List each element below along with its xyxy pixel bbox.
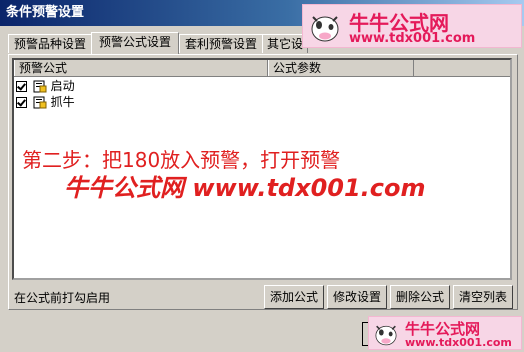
tab-label: 预警品种设置	[13, 37, 86, 51]
add-formula-button[interactable]: 添加公式	[264, 285, 324, 309]
watermark-logo-bottom: 牛牛公式网 www.tdx001.com	[368, 316, 522, 350]
formula-icon	[33, 96, 47, 109]
checkbox-checked[interactable]	[16, 81, 27, 92]
tab-symbol-settings[interactable]: 预警品种设置	[8, 34, 92, 53]
tab-label: 套利预警设置	[184, 37, 257, 51]
formula-name: 抓牛	[50, 95, 75, 109]
formula-icon	[33, 80, 47, 93]
logo-url: www.tdx001.com	[405, 336, 512, 349]
delete-formula-button[interactable]: 删除公式	[390, 285, 450, 309]
column-header-params[interactable]: 公式参数	[268, 60, 414, 76]
cow-icon	[375, 325, 397, 346]
watermark-logo-top: 牛牛公式网 www.tdx001.com	[302, 4, 522, 48]
tab-arbitrage-settings[interactable]: 套利预警设置	[179, 34, 263, 53]
watermark-text: 牛牛公式网 www.tdx001.com	[64, 174, 426, 202]
column-label: 预警公式	[19, 61, 68, 75]
logo-url: www.tdx001.com	[349, 31, 476, 46]
modify-settings-button[interactable]: 修改设置	[327, 285, 387, 309]
list-item[interactable]: 抓牛	[16, 94, 75, 110]
checkbox-checked[interactable]	[16, 97, 27, 108]
cow-icon	[311, 16, 339, 42]
column-label: 公式参数	[273, 61, 322, 75]
list-item[interactable]: 启动	[16, 78, 75, 94]
hint-text: 在公式前打勾启用	[14, 291, 111, 305]
clear-list-button[interactable]: 清空列表	[453, 285, 513, 309]
window-title: 条件预警设置	[6, 5, 85, 20]
formula-name: 启动	[50, 79, 75, 93]
column-header-formula[interactable]: 预警公式	[14, 60, 268, 76]
list-header: 预警公式 公式参数	[14, 60, 510, 77]
tab-label: 其它设	[266, 37, 303, 51]
tab-label: 预警公式设置	[98, 35, 171, 49]
tab-formula-settings[interactable]: 预警公式设置	[91, 32, 179, 54]
